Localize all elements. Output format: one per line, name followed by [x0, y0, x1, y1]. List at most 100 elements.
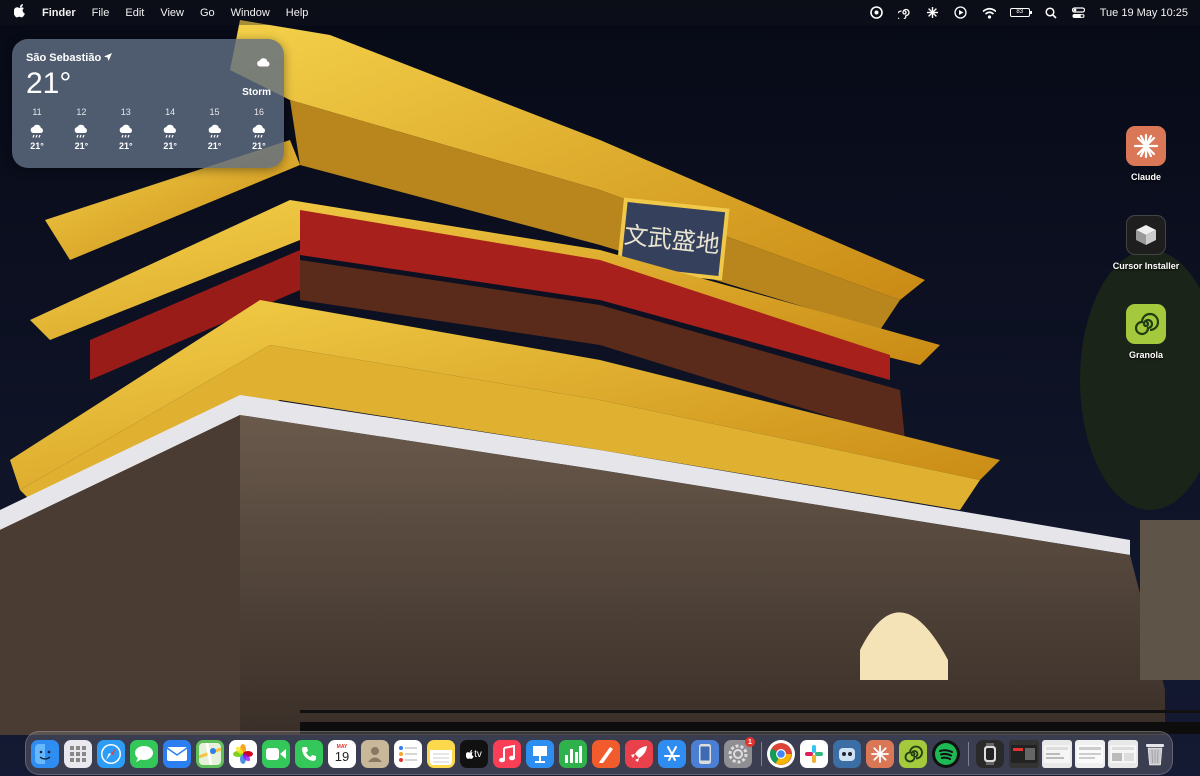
forecast-day: 11 21° — [22, 107, 52, 151]
settings-gear-icon[interactable]: 1 — [724, 737, 755, 768]
claude-status-icon[interactable] — [926, 6, 940, 20]
watch-icon[interactable] — [976, 740, 1004, 768]
cloud-icon — [256, 54, 271, 72]
forecast-temp: 21° — [252, 141, 266, 151]
trash-icon[interactable] — [1141, 740, 1169, 768]
pages-icon[interactable] — [592, 740, 620, 768]
cursor-cube-icon — [1126, 215, 1166, 255]
forecast-day-label: 16 — [253, 107, 264, 117]
window-thumbnail-icon[interactable] — [1075, 740, 1105, 768]
cloud-rain-icon — [244, 124, 274, 138]
maps-icon[interactable] — [196, 740, 224, 768]
window-thumbnail-icon[interactable] — [1009, 740, 1039, 768]
keynote-icon[interactable] — [526, 740, 554, 768]
weather-location: São Sebastião — [26, 52, 113, 64]
window-thumbnail-icon[interactable] — [1042, 740, 1072, 768]
tv-label: tv — [474, 748, 482, 760]
weather-widget[interactable]: São Sebastião 21° Storm 11 21° 12 21° 13… — [12, 39, 284, 168]
forecast-day-label: 13 — [120, 107, 131, 117]
desktop-icon-cursor-installer[interactable]: Cursor Installer — [1098, 215, 1194, 271]
weather-condition: Storm — [242, 87, 271, 98]
forecast-day-label: 14 — [165, 107, 176, 117]
contacts-icon[interactable] — [361, 740, 389, 768]
launchpad-icon[interactable] — [64, 740, 92, 768]
desktop-icon-granola[interactable]: Granola — [1098, 304, 1194, 360]
cloud-rain-icon — [111, 124, 141, 138]
forecast-temp: 21° — [74, 141, 89, 151]
menu-edit[interactable]: Edit — [125, 7, 144, 19]
forecast-temp: 21° — [30, 141, 44, 151]
menu-bar-clock[interactable]: Tue 19 May 10:25 — [1100, 7, 1188, 19]
menu-view[interactable]: View — [160, 7, 184, 19]
facetime-icon[interactable] — [262, 740, 290, 768]
forecast-temp: 21° — [207, 141, 222, 151]
desktop-icon-claude[interactable]: Claude — [1098, 126, 1194, 182]
forecast-day-label: 11 — [32, 107, 42, 117]
desktop-icon-label: Claude — [1130, 172, 1161, 182]
rocket-icon[interactable] — [625, 740, 653, 768]
forecast-day: 15 21° — [200, 107, 230, 151]
slack-icon[interactable] — [800, 740, 828, 768]
wifi-icon[interactable] — [982, 6, 996, 20]
weather-forecast: 11 21° 12 21° 13 21° 14 21° 15 21° 16 21… — [22, 107, 274, 151]
weather-location-text: São Sebastião — [26, 52, 102, 64]
media-play-status-icon[interactable] — [954, 6, 968, 20]
cloud-rain-icon — [200, 124, 230, 138]
mail-icon[interactable] — [163, 740, 191, 768]
control-center-icon[interactable] — [1072, 6, 1086, 20]
numbers-icon[interactable] — [559, 740, 587, 768]
messages-icon[interactable] — [130, 740, 158, 768]
menu-bar: Finder File Edit View Go Window Help 83 … — [0, 0, 1200, 25]
simulator-icon[interactable] — [691, 740, 719, 768]
notification-badge: 1 — [745, 737, 755, 747]
granola-spiral-icon[interactable] — [899, 740, 927, 768]
finder-icon[interactable] — [31, 740, 59, 768]
menu-help[interactable]: Help — [286, 7, 309, 19]
cloud-rain-icon — [155, 124, 185, 138]
apple-logo-icon — [466, 749, 474, 759]
menu-app-name[interactable]: Finder — [42, 7, 76, 19]
granola-spiral-icon — [1126, 304, 1166, 344]
claude-icon[interactable] — [866, 740, 894, 768]
forecast-temp: 21° — [163, 141, 177, 151]
spotlight-search-icon[interactable] — [1044, 6, 1058, 20]
chrome-icon[interactable] — [767, 740, 795, 768]
menu-go[interactable]: Go — [200, 7, 215, 19]
cloud-rain-icon — [22, 124, 52, 138]
forecast-temp: 21° — [118, 141, 133, 151]
dock: MAY 19 tv 1 — [25, 731, 1173, 775]
location-arrow-icon — [104, 53, 113, 61]
forecast-day: 16 21° — [244, 107, 274, 151]
music-icon[interactable] — [493, 740, 521, 768]
menu-window[interactable]: Window — [231, 7, 270, 19]
notes-icon[interactable] — [427, 740, 455, 768]
dock-separator — [761, 742, 762, 766]
cloud-rain-icon — [66, 124, 96, 138]
spotify-icon[interactable] — [932, 740, 960, 768]
app-store-icon[interactable] — [658, 740, 686, 768]
dock-separator — [968, 742, 969, 766]
apple-menu-icon[interactable] — [13, 4, 28, 21]
forecast-day-label: 15 — [209, 107, 220, 117]
battery-icon[interactable]: 83 — [1009, 8, 1032, 17]
forecast-day-label: 12 — [76, 107, 87, 117]
granola-status-icon[interactable] — [898, 6, 912, 20]
weather-current-temp: 21° — [26, 67, 72, 100]
calendar-day: 19 — [334, 749, 350, 764]
forecast-day: 13 21° — [111, 107, 141, 151]
claude-icon — [1126, 126, 1166, 166]
forecast-day: 12 21° — [66, 107, 96, 151]
tv-icon[interactable]: tv — [460, 740, 488, 768]
calendar-icon[interactable]: MAY 19 — [328, 740, 356, 768]
photos-icon[interactable] — [229, 740, 257, 768]
safari-icon[interactable] — [97, 740, 125, 768]
phone-icon[interactable] — [295, 740, 323, 768]
menu-file[interactable]: File — [92, 7, 110, 19]
desktop-icon-label: Cursor Installer — [1112, 261, 1180, 271]
robot-face-icon[interactable] — [833, 740, 861, 768]
window-thumbnail-icon[interactable] — [1108, 740, 1138, 768]
status-menus: 83 Tue 19 May 10:25 — [870, 0, 1188, 25]
forecast-day: 14 21° — [155, 107, 185, 151]
reminders-icon[interactable] — [394, 740, 422, 768]
grammarly-status-icon[interactable] — [870, 6, 884, 20]
